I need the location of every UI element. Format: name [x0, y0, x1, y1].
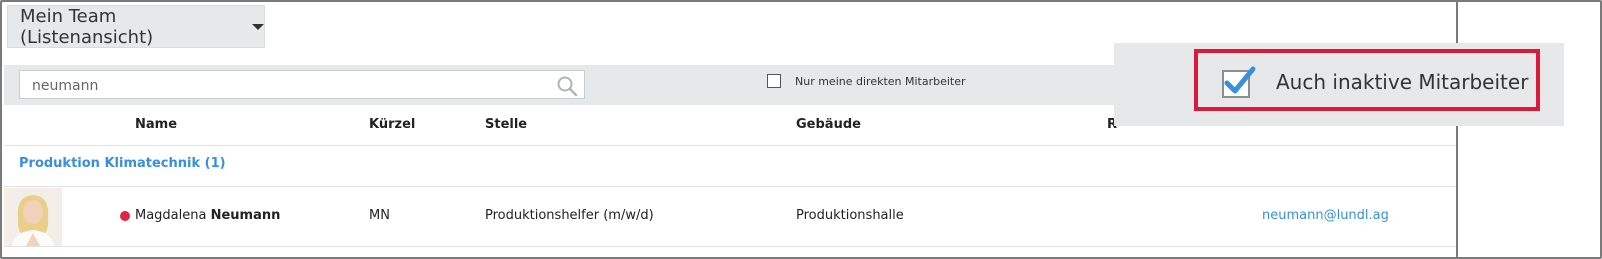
caret-down-icon — [252, 23, 264, 30]
column-header-kuerzel[interactable]: Kürzel — [369, 117, 415, 132]
column-header-name[interactable]: Name — [135, 117, 177, 132]
screenshot-crop-edge — [1456, 0, 1458, 259]
direct-reports-label: Nur meine direkten Mitarbeiter — [795, 75, 966, 88]
view-selector-dropdown[interactable]: Mein Team (Listenansicht) — [7, 5, 265, 48]
zoom-callout: Auch inaktive Mitarbeiter — [1114, 43, 1564, 126]
column-header-gebaeude[interactable]: Gebäude — [796, 117, 861, 132]
inactive-employees-label: Auch inaktive Mitarbeiter — [1276, 70, 1529, 94]
employee-gebaeude: Produktionshalle — [796, 208, 904, 223]
highlight-box: Auch inaktive Mitarbeiter — [1194, 49, 1540, 111]
search-icon[interactable] — [556, 75, 578, 101]
employee-stelle: Produktionshelfer (m/w/d) — [485, 208, 654, 223]
employee-kuerzel: MN — [369, 208, 390, 223]
column-header-stelle[interactable]: Stelle — [485, 117, 527, 132]
inactive-employees-checkbox[interactable] — [1221, 65, 1257, 105]
view-selector-label: Mein Team (Listenansicht) — [20, 5, 154, 48]
direct-reports-checkbox[interactable] — [767, 74, 781, 88]
employee-name[interactable]: Magdalena Neumann — [135, 208, 280, 223]
row-divider — [4, 246, 1458, 247]
employee-email-link[interactable]: neumann@lundl.ag — [1262, 208, 1389, 223]
search-field[interactable] — [19, 70, 585, 101]
employee-first-name: Magdalena — [135, 208, 207, 223]
row-divider — [4, 145, 1458, 146]
search-input[interactable] — [20, 71, 554, 100]
group-header-produktion-klimatechnik[interactable]: Produktion Klimatechnik (1) — [19, 156, 226, 171]
status-dot-icon — [120, 211, 130, 221]
avatar — [4, 188, 62, 246]
row-divider — [4, 186, 1458, 187]
employee-last-name: Neumann — [210, 208, 281, 223]
